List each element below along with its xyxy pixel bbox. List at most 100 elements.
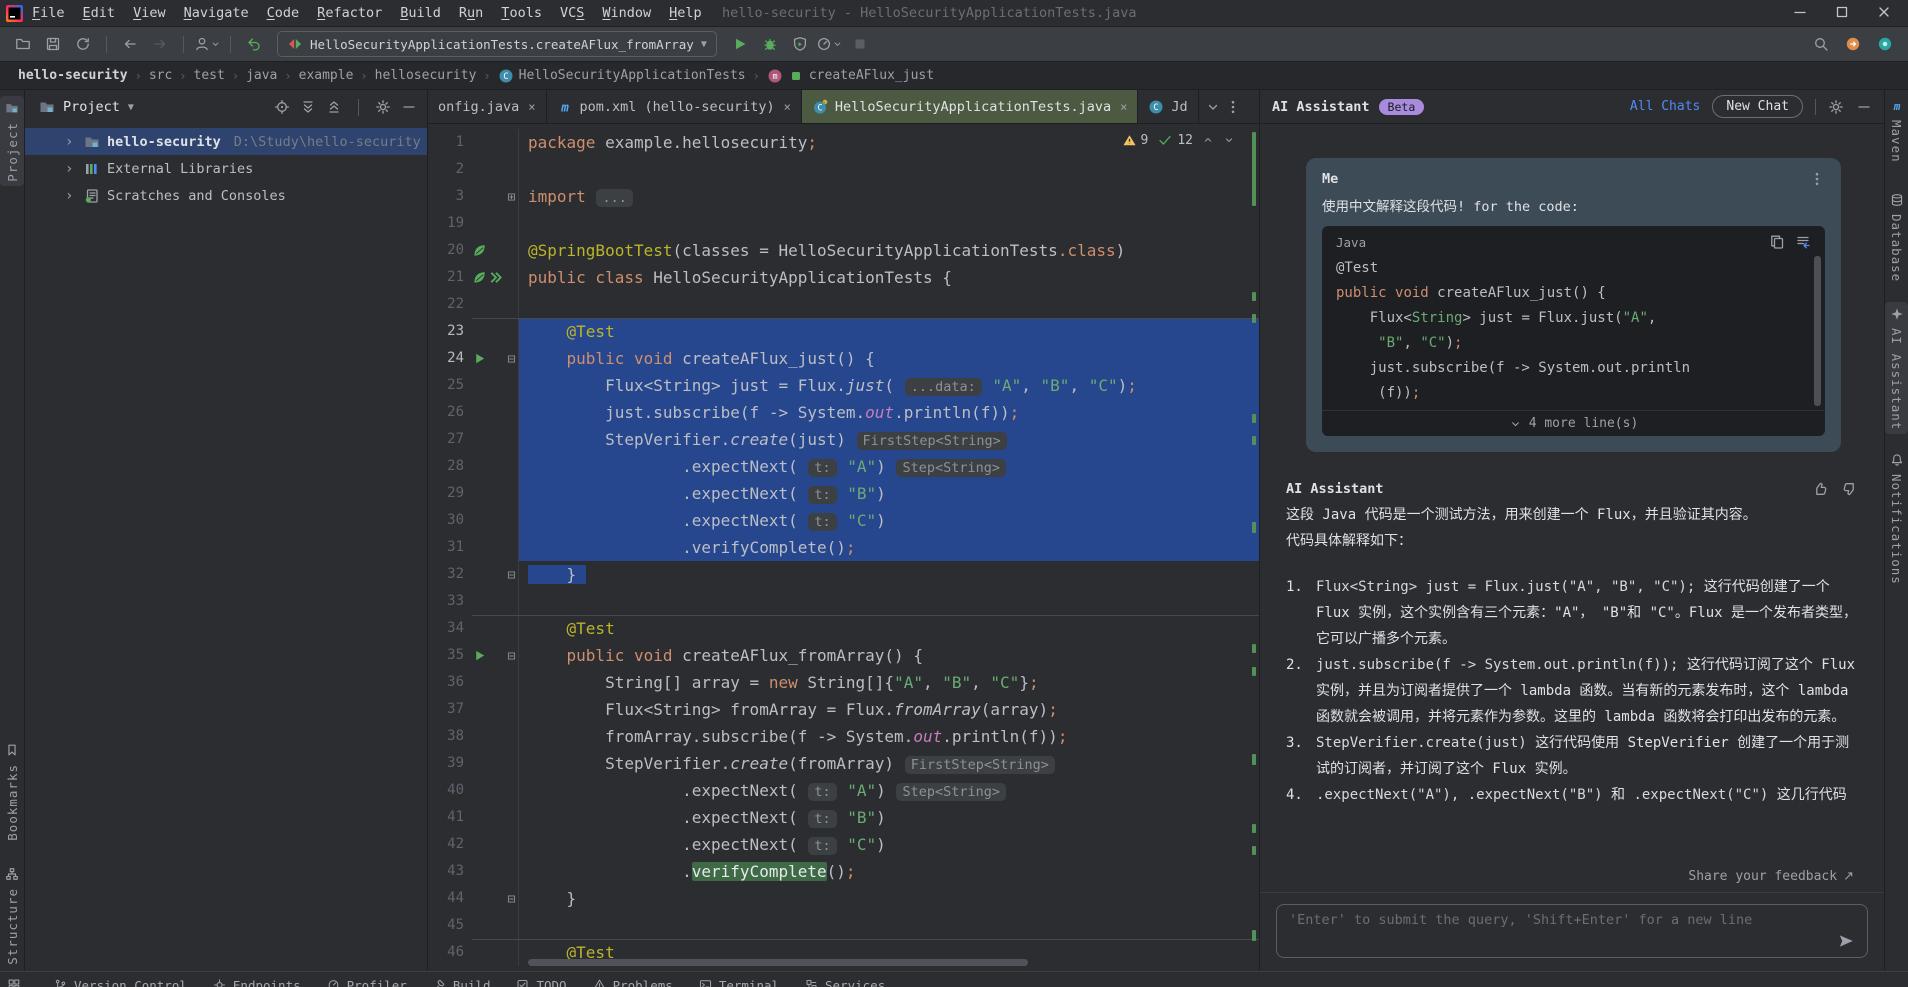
run-with-coverage-button[interactable]	[787, 31, 813, 57]
breadcrumb-item-src[interactable]: src	[145, 68, 176, 83]
breadcrumb-item-example[interactable]: example	[295, 68, 358, 83]
menu-run[interactable]: Run	[450, 3, 492, 23]
menu-view[interactable]: View	[124, 3, 175, 23]
line-number[interactable]: 1	[428, 129, 472, 156]
statusbar-todo[interactable]: TODO	[516, 977, 566, 987]
line-number[interactable]: 25	[428, 372, 472, 399]
run-button[interactable]	[727, 31, 753, 57]
tool-window-switcher-icon[interactable]	[7, 977, 21, 987]
menu-navigate[interactable]: Navigate	[175, 3, 258, 23]
tree-node-hello-security[interactable]: ›hello-securityD:\Study\hello-security	[25, 128, 427, 155]
line-number[interactable]: 21	[428, 264, 472, 291]
expand-all-icon[interactable]	[300, 99, 316, 115]
line-number[interactable]: 30	[428, 507, 472, 534]
menu-help[interactable]: Help	[660, 3, 711, 23]
profiler-button[interactable]	[817, 31, 843, 57]
breadcrumb-item-hellosecurityapplicationtests[interactable]: CHelloSecurityApplicationTests	[494, 68, 750, 84]
menu-refactor[interactable]: Refactor	[308, 3, 391, 23]
tree-node-external-libraries[interactable]: ›External Libraries	[25, 155, 427, 182]
stripe-project[interactable]: Project	[0, 96, 24, 186]
line-number[interactable]: 35	[428, 642, 472, 669]
line-number[interactable]: 23	[428, 318, 472, 345]
fold-marker-icon[interactable]	[506, 648, 517, 664]
line-number[interactable]: 38	[428, 723, 472, 750]
collapse-all-icon[interactable]	[326, 99, 342, 115]
search-everywhere-button[interactable]	[1808, 31, 1834, 57]
line-number[interactable]: 22	[428, 291, 472, 318]
synchronize-button[interactable]	[70, 31, 96, 57]
line-number[interactable]: 44	[428, 885, 472, 912]
menu-tools[interactable]: Tools	[492, 3, 551, 23]
run-test-icon[interactable]	[472, 648, 487, 663]
save-all-button[interactable]	[40, 31, 66, 57]
breadcrumb-item-createaflux-just[interactable]: mcreateAFlux_just	[763, 68, 938, 84]
menu-window[interactable]: Window	[593, 3, 660, 23]
line-number[interactable]: 39	[428, 750, 472, 777]
passed-badge[interactable]: 12	[1157, 132, 1193, 148]
close-tab-icon[interactable]: ×	[528, 100, 535, 114]
statusbar-endpoints[interactable]: Endpoints	[213, 977, 301, 987]
thumbs-up-icon[interactable]	[1812, 481, 1828, 497]
menu-code[interactable]: Code	[258, 3, 309, 23]
stripe-structure[interactable]: Structure	[0, 862, 24, 969]
minimize-window-icon[interactable]	[1792, 4, 1808, 20]
tab-pom-xml-hello-security[interactable]: mpom.xml (hello-security)×	[547, 90, 802, 123]
line-number[interactable]: 41	[428, 804, 472, 831]
ai-settings-gear-icon[interactable]	[1828, 99, 1844, 115]
tab-onfig-java[interactable]: onfig.java×	[428, 90, 547, 123]
ide-update-button[interactable]	[1840, 31, 1866, 57]
statusbar-version-control[interactable]: Version Control	[54, 977, 187, 987]
locate-file-icon[interactable]	[274, 99, 290, 115]
breadcrumb-item-hello-security[interactable]: hello-security	[14, 68, 132, 83]
breadcrumb-item-java[interactable]: java	[242, 68, 281, 83]
ai-hide-panel-icon[interactable]	[1856, 99, 1872, 115]
line-number[interactable]: 42	[428, 831, 472, 858]
expand-chevron-icon[interactable]: ›	[65, 134, 77, 150]
tab-jd[interactable]: CJd	[1138, 90, 1198, 123]
next-problem-icon[interactable]	[1223, 132, 1235, 148]
maximize-window-icon[interactable]	[1834, 4, 1850, 20]
tab-options-kebab-icon[interactable]	[1225, 99, 1241, 115]
back-button[interactable]	[117, 31, 143, 57]
copy-code-icon[interactable]	[1769, 234, 1785, 250]
line-number[interactable]: 3	[428, 183, 472, 210]
line-number[interactable]: 31	[428, 534, 472, 561]
fold-marker-icon[interactable]	[506, 567, 517, 583]
fold-marker-icon[interactable]	[506, 891, 517, 907]
expand-more-lines[interactable]: 4 more line(s)	[1322, 410, 1825, 436]
expand-chevron-icon[interactable]: ›	[65, 188, 77, 204]
inspection-widget[interactable]: 912	[1122, 132, 1235, 148]
close-tab-icon[interactable]: ×	[784, 100, 791, 114]
line-number[interactable]: 46	[428, 939, 472, 966]
menu-build[interactable]: Build	[391, 3, 450, 23]
tab-hellosecurityapplicationtests-java[interactable]: CHelloSecurityApplicationTests.java×	[802, 90, 1139, 123]
forward-button[interactable]	[147, 31, 173, 57]
feedback-link[interactable]: Share your feedback ↗	[1260, 865, 1884, 892]
breadcrumb-item-hellosecurity[interactable]: hellosecurity	[371, 68, 481, 83]
stripe-database[interactable]: Database	[1885, 188, 1908, 286]
code-with-me-button[interactable]	[1872, 31, 1898, 57]
line-number[interactable]: 27	[428, 426, 472, 453]
close-tab-icon[interactable]: ×	[1120, 100, 1127, 114]
statusbar-terminal[interactable]: Terminal	[699, 977, 779, 987]
statusbar-build[interactable]: Build	[433, 977, 491, 987]
spring-bean-icon[interactable]	[472, 243, 487, 258]
settings-icon[interactable]	[375, 99, 391, 115]
line-number[interactable]: 32	[428, 561, 472, 588]
line-number[interactable]: 2	[428, 156, 472, 183]
line-number[interactable]: 29	[428, 480, 472, 507]
send-icon[interactable]	[1837, 932, 1855, 950]
code-block-scrollbar[interactable]	[1814, 256, 1821, 406]
insert-code-icon[interactable]	[1795, 234, 1811, 250]
statusbar-problems[interactable]: Problems	[593, 977, 673, 987]
profile-button[interactable]	[194, 31, 220, 57]
line-number[interactable]: 40	[428, 777, 472, 804]
message-menu-icon[interactable]	[1809, 171, 1825, 187]
run-configuration-select[interactable]: HelloSecurityApplicationTests.createAFlu…	[277, 31, 717, 57]
line-number[interactable]: 28	[428, 453, 472, 480]
statusbar-profiler[interactable]: Profiler	[327, 977, 407, 987]
hidden-tabs-icon[interactable]	[1205, 99, 1221, 115]
line-number[interactable]: 45	[428, 912, 472, 939]
line-number[interactable]: 20	[428, 237, 472, 264]
spring-bean-icon[interactable]	[472, 270, 487, 285]
